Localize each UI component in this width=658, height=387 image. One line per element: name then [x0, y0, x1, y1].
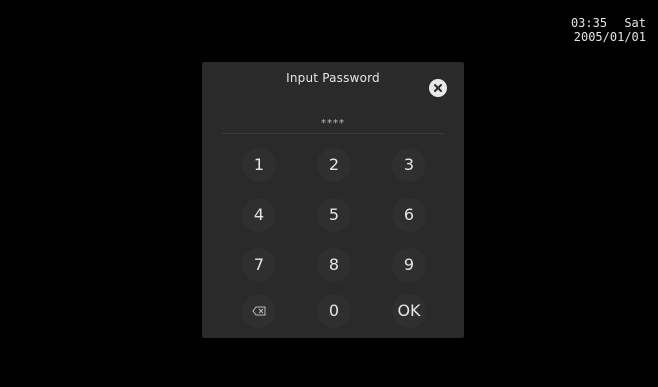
- key-4-label: 4: [253, 205, 265, 224]
- key-7-label: 7: [253, 255, 265, 274]
- close-icon: [434, 84, 442, 92]
- password-field[interactable]: ****: [222, 114, 444, 134]
- backspace-button[interactable]: [242, 294, 276, 328]
- password-mask: ****: [321, 118, 345, 129]
- key-3[interactable]: 3: [392, 148, 426, 182]
- clock-time-row: 03:35 Sat: [571, 16, 646, 30]
- dialog-title: Input Password: [286, 71, 380, 85]
- screen: 03:35 Sat 2005/01/01 Input Password ****…: [0, 0, 658, 387]
- key-9[interactable]: 9: [392, 248, 426, 282]
- clock-weekday: Sat: [624, 16, 646, 30]
- key-3-label: 3: [403, 155, 415, 174]
- clock: 03:35 Sat 2005/01/01: [571, 16, 646, 44]
- key-2-label: 2: [328, 155, 340, 174]
- key-7[interactable]: 7: [242, 248, 276, 282]
- key-2[interactable]: 2: [317, 148, 351, 182]
- key-1[interactable]: 1: [242, 148, 276, 182]
- password-dialog: Input Password **** 1 2 3 4 5 6 7 8 9 0 …: [202, 62, 464, 338]
- key-0[interactable]: 0: [317, 294, 351, 328]
- ok-button[interactable]: OK: [392, 294, 426, 328]
- key-5-label: 5: [328, 205, 340, 224]
- key-6-label: 6: [403, 205, 415, 224]
- key-5[interactable]: 5: [317, 198, 351, 232]
- clock-time: 03:35: [570, 16, 608, 30]
- key-6[interactable]: 6: [392, 198, 426, 232]
- backspace-icon: [252, 306, 266, 316]
- key-4[interactable]: 4: [242, 198, 276, 232]
- close-button[interactable]: [429, 79, 447, 97]
- ok-label: OK: [397, 301, 421, 320]
- key-8-label: 8: [328, 255, 340, 274]
- key-1-label: 1: [253, 155, 265, 174]
- clock-date: 2005/01/01: [573, 30, 646, 44]
- key-8[interactable]: 8: [317, 248, 351, 282]
- key-0-label: 0: [328, 301, 340, 320]
- key-9-label: 9: [403, 255, 415, 274]
